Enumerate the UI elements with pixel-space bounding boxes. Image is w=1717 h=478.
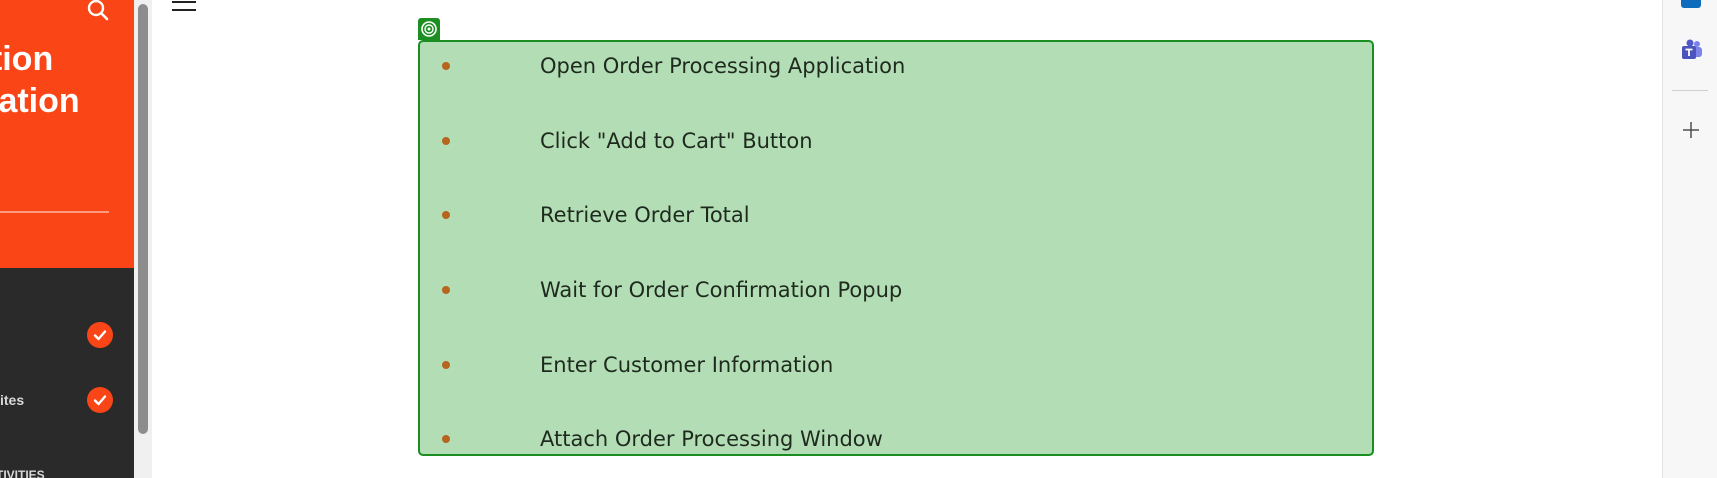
list-item: Attach Order Processing Window xyxy=(420,425,1320,455)
bullet-dot xyxy=(442,435,450,443)
list-item: Wait for Order Confirmation Popup xyxy=(420,276,1320,306)
bullet-dot xyxy=(442,137,450,145)
sidebar-scrollbar[interactable] xyxy=(134,0,152,478)
steps-block[interactable]: Open Order Processing Application Click … xyxy=(418,40,1374,456)
lesson-label: ites xyxy=(0,392,25,408)
list-item: Enter Customer Information xyxy=(420,351,1320,381)
rail-divider xyxy=(1672,90,1708,91)
header-divider xyxy=(0,211,109,213)
lesson-item-1[interactable] xyxy=(0,320,134,350)
bullet-dot xyxy=(442,62,450,70)
section-label: TIVITIES xyxy=(0,468,45,478)
plus-icon[interactable] xyxy=(1681,120,1701,140)
search-icon[interactable] xyxy=(86,0,110,22)
check-icon xyxy=(87,387,113,413)
lesson-item-2[interactable]: ites xyxy=(0,385,134,415)
step-label: Click "Add to Cart" Button xyxy=(540,129,813,153)
course-sidebar: ation ization o ites TIVITIES xyxy=(0,0,134,478)
step-label: Wait for Order Confirmation Popup xyxy=(540,278,903,302)
block-handle[interactable] xyxy=(418,18,440,40)
bullet-dot xyxy=(442,286,450,294)
list-item: Retrieve Order Total xyxy=(420,201,1320,231)
step-label: Attach Order Processing Window xyxy=(540,427,883,451)
check-icon xyxy=(87,322,113,348)
course-header: ation ization o xyxy=(0,0,134,268)
list-item: Open Order Processing Application xyxy=(420,52,1320,82)
target-icon xyxy=(421,21,437,37)
hamburger-menu-icon[interactable] xyxy=(170,0,198,14)
scroll-thumb[interactable] xyxy=(138,4,148,434)
bullet-dot xyxy=(442,361,450,369)
bullet-dot xyxy=(442,211,450,219)
step-label: Retrieve Order Total xyxy=(540,203,750,227)
teams-icon[interactable] xyxy=(1679,38,1703,62)
list-item: Click "Add to Cart" Button xyxy=(420,127,1320,157)
course-title: ation ization o xyxy=(0,40,80,120)
step-label: Enter Customer Information xyxy=(540,353,834,377)
step-label: Open Order Processing Application xyxy=(540,54,906,78)
browser-side-rail xyxy=(1662,0,1717,478)
outlook-icon[interactable] xyxy=(1681,0,1701,8)
